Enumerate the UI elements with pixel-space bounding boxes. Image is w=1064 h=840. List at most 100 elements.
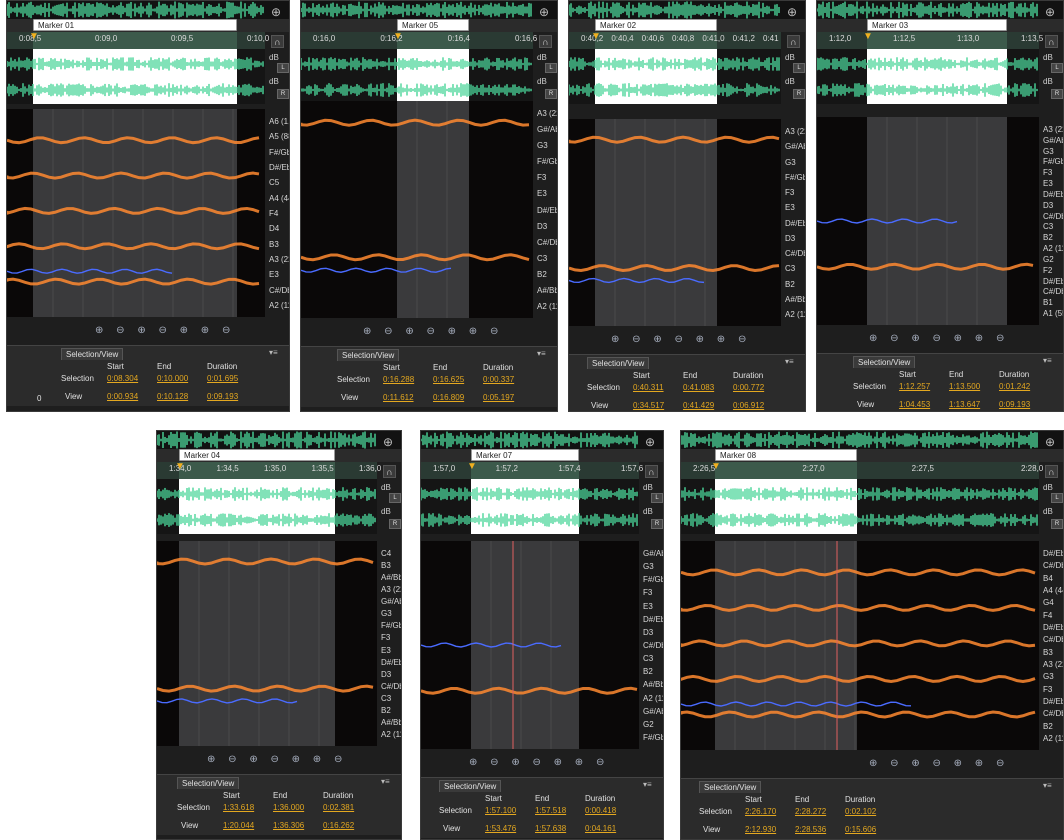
magnet-icon[interactable]: ∩ [1045, 35, 1058, 48]
marker-label[interactable]: Marker 07 [471, 449, 579, 461]
zoom-controls[interactable]: ⊕ ⊖ ⊕ ⊖ ⊕ ⊕ ⊖ [207, 754, 347, 768]
panel-menu-icon[interactable]: ▾≡ [269, 348, 278, 357]
channel-right-button[interactable]: R [1051, 89, 1063, 99]
channel-left-button[interactable]: L [651, 493, 663, 503]
stereo-waveform[interactable] [681, 479, 1039, 534]
tab-selection-view[interactable]: Selection/View [61, 348, 124, 360]
panel-menu-icon[interactable]: ▾≡ [537, 349, 546, 358]
zoom-icon[interactable]: ⊕ [271, 5, 281, 19]
selection-start-value[interactable]: 2:26.170 [745, 807, 776, 816]
channel-left-button[interactable]: L [545, 63, 557, 73]
channel-left-button[interactable]: L [1051, 493, 1063, 503]
view-duration-value[interactable]: 0:05.197 [483, 393, 514, 402]
view-duration-value[interactable]: 0:06.912 [733, 401, 764, 410]
selection-end-value[interactable]: 1:36.000 [273, 803, 304, 812]
selection-start-value[interactable]: 0:16.288 [383, 375, 414, 384]
playhead-icon[interactable]: ▼ [393, 32, 403, 42]
panel-menu-icon[interactable]: ▾≡ [785, 357, 794, 366]
pitch-spectrogram[interactable] [817, 117, 1039, 325]
view-duration-value[interactable]: 0:16.262 [323, 821, 354, 830]
tab-selection-view[interactable]: Selection/View [587, 357, 650, 369]
playhead-icon[interactable]: ▼ [467, 462, 477, 472]
time-ruler[interactable]: 0:16,0 0:16,2 0:16,4 0:16,6 [301, 32, 537, 49]
selection-start-value[interactable]: 1:57.100 [485, 806, 516, 815]
marker-label[interactable]: Marker 08 [715, 449, 857, 461]
selection-end-value[interactable]: 0:41.083 [683, 383, 714, 392]
tab-selection-view[interactable]: Selection/View [177, 777, 240, 789]
selection-duration-value[interactable]: 0:02.102 [845, 807, 876, 816]
pitch-spectrogram[interactable] [681, 541, 1039, 750]
tab-selection-view[interactable]: Selection/View [337, 349, 400, 361]
tab-selection-view[interactable]: Selection/View [699, 781, 762, 793]
overview-waveform[interactable] [681, 431, 1063, 449]
playhead-icon[interactable]: ▼ [175, 462, 185, 472]
zoom-icon[interactable]: ⊕ [787, 5, 797, 19]
selection-end-value[interactable]: 2:28.272 [795, 807, 826, 816]
selection-duration-value[interactable]: 0:02.381 [323, 803, 354, 812]
zoom-controls[interactable]: ⊕ ⊖ ⊕ ⊖ ⊕ ⊕ ⊖ [869, 333, 1009, 347]
selection-duration-value[interactable]: 0:00.337 [483, 375, 514, 384]
selection-start-value[interactable]: 1:12.257 [899, 382, 930, 391]
view-start-value[interactable]: 1:04.453 [899, 400, 930, 409]
tab-selection-view[interactable]: Selection/View [439, 780, 502, 792]
stereo-waveform[interactable] [157, 479, 377, 534]
zoom-icon[interactable]: ⊕ [383, 435, 393, 449]
panel-menu-icon[interactable]: ▾≡ [381, 777, 390, 786]
magnet-icon[interactable]: ∩ [271, 35, 284, 48]
magnet-icon[interactable]: ∩ [1045, 465, 1058, 478]
channel-left-button[interactable]: L [277, 63, 289, 73]
channel-right-button[interactable]: R [1051, 519, 1063, 529]
stereo-waveform[interactable] [7, 49, 265, 104]
playhead-icon[interactable]: ▼ [863, 32, 873, 42]
overview-waveform[interactable] [817, 1, 1063, 19]
channel-right-button[interactable]: R [389, 519, 401, 529]
pitch-spectrogram[interactable] [569, 119, 781, 326]
overview-waveform[interactable] [569, 1, 805, 19]
magnet-icon[interactable]: ∩ [645, 465, 658, 478]
time-ruler[interactable]: 1:57,0 1:57,2 1:57,4 1:57,6 [421, 462, 643, 479]
selection-start-value[interactable]: 0:08.304 [107, 374, 138, 383]
selection-duration-value[interactable]: 0:00.418 [585, 806, 616, 815]
view-duration-value[interactable]: 0:09.193 [207, 392, 238, 401]
channel-left-button[interactable]: L [1051, 63, 1063, 73]
view-end-value[interactable]: 0:10.128 [157, 392, 188, 401]
view-end-value[interactable]: 1:13.647 [949, 400, 980, 409]
playhead-icon[interactable]: ▼ [591, 32, 601, 42]
panel-menu-icon[interactable]: ▾≡ [643, 780, 652, 789]
view-end-value[interactable]: 1:36.306 [273, 821, 304, 830]
zoom-icon[interactable]: ⊕ [1045, 5, 1055, 19]
view-end-value[interactable]: 1:57.638 [535, 824, 566, 833]
selection-start-value[interactable]: 1:33.618 [223, 803, 254, 812]
channel-right-button[interactable]: R [651, 519, 663, 529]
view-start-value[interactable]: 0:00.934 [107, 392, 138, 401]
stereo-waveform[interactable] [421, 479, 639, 534]
zoom-icon[interactable]: ⊕ [645, 435, 655, 449]
time-ruler[interactable]: 1:12,0 1:12,5 1:13,0 1:13,5 [817, 32, 1043, 49]
zoom-controls[interactable]: ⊕ ⊖ ⊕ ⊖ ⊕ ⊕ ⊖ [611, 334, 751, 348]
zoom-controls[interactable]: ⊕ ⊖ ⊕ ⊖ ⊕ ⊕ ⊖ [869, 758, 1009, 772]
stereo-waveform[interactable] [569, 49, 781, 104]
overview-waveform[interactable] [421, 431, 663, 449]
channel-right-button[interactable]: R [277, 89, 289, 99]
view-duration-value[interactable]: 0:15.606 [845, 825, 876, 834]
magnet-icon[interactable]: ∩ [383, 465, 396, 478]
tab-selection-view[interactable]: Selection/View [853, 356, 916, 368]
marker-label[interactable]: Marker 03 [867, 19, 1007, 31]
pitch-spectrogram[interactable] [7, 109, 265, 317]
channel-right-button[interactable]: R [545, 89, 557, 99]
panel-menu-icon[interactable]: ▾≡ [1043, 356, 1052, 365]
selection-end-value[interactable]: 1:13.500 [949, 382, 980, 391]
view-duration-value[interactable]: 0:04.161 [585, 824, 616, 833]
view-start-value[interactable]: 0:11.612 [383, 393, 414, 402]
view-end-value[interactable]: 0:16.809 [433, 393, 464, 402]
overview-waveform[interactable] [157, 431, 401, 449]
view-start-value[interactable]: 1:20.044 [223, 821, 254, 830]
view-start-value[interactable]: 0:34.517 [633, 401, 664, 410]
marker-label[interactable]: Marker 01 [33, 19, 237, 31]
selection-duration-value[interactable]: 0:01.242 [999, 382, 1030, 391]
stereo-waveform[interactable] [817, 49, 1039, 104]
pitch-spectrogram[interactable] [421, 541, 639, 749]
selection-end-value[interactable]: 1:57.518 [535, 806, 566, 815]
magnet-icon[interactable]: ∩ [539, 35, 552, 48]
marker-label[interactable]: Marker 02 [595, 19, 717, 31]
